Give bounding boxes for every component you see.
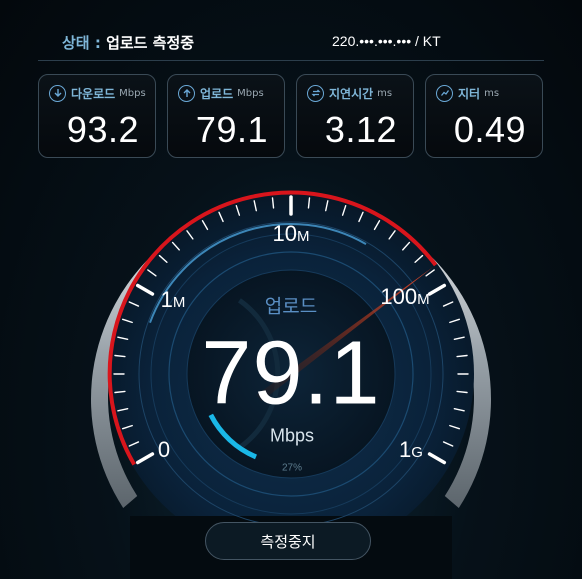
scale-label-0: 0 <box>157 437 171 462</box>
gauge-speed-unit: Mbps <box>269 425 315 446</box>
gauge-mode-label: 업로드 <box>264 295 318 318</box>
speed-gauge <box>90 190 491 579</box>
scale-label-10m: 10M <box>272 221 310 246</box>
scale-label-100m: 100M <box>380 284 430 309</box>
gauge-speed-value: 79.1 <box>201 323 381 424</box>
stop-test-button[interactable]: 측정중지 <box>205 522 371 560</box>
scale-label-1m: 1M <box>160 287 186 312</box>
scale-label-1g: 1G <box>399 437 423 462</box>
progress-percent: 27% <box>281 462 303 474</box>
